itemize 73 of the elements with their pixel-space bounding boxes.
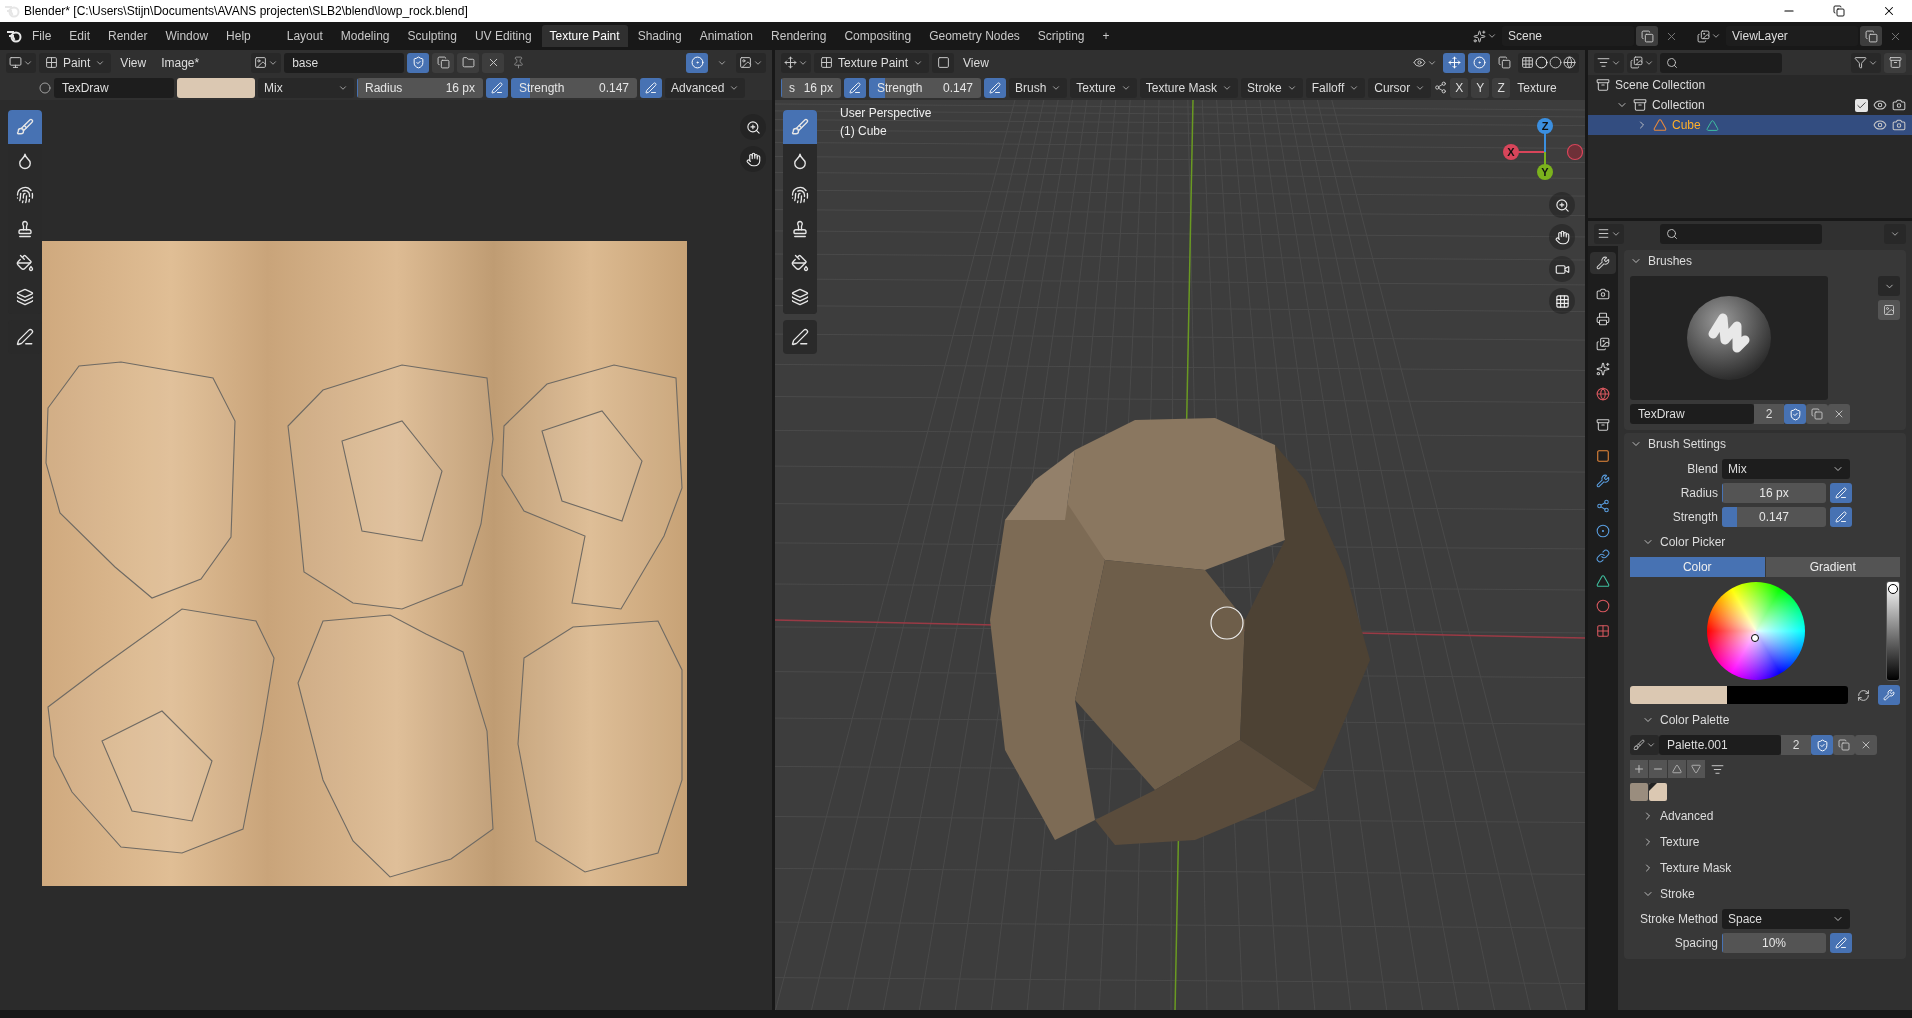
viewport-info-text: (1) Cube <box>840 124 888 138</box>
axis-toggle[interactable]: Z <box>1492 77 1511 98</box>
field-label: Radius <box>1679 486 1718 500</box>
texture-label[interactable]: Texture <box>1513 80 1561 95</box>
axis-label: Z <box>1541 120 1549 132</box>
field-label: Strength <box>1671 510 1718 524</box>
settings-dropdown[interactable]: Texture <box>1070 77 1137 98</box>
workspace-tab[interactable]: Sculpting <box>399 25 465 47</box>
mode-dropdown[interactable]: Texture Paint <box>814 52 930 73</box>
viewport-info-text: User Perspective <box>840 106 932 120</box>
panel-header[interactable]: Advanced <box>1624 805 1906 827</box>
slider[interactable]: 16 px <box>1722 483 1826 503</box>
menu-item[interactable]: Help <box>218 25 259 47</box>
view-layer-field[interactable]: ViewLayer <box>1726 26 1858 46</box>
panel-header[interactable]: Brushes <box>1624 250 1906 272</box>
workspace-tab[interactable]: Rendering <box>763 25 835 47</box>
user-count[interactable]: 2 <box>1781 735 1811 755</box>
settings-dropdown[interactable]: Texture Mask <box>1139 77 1239 98</box>
settings-dropdown[interactable]: Cursor <box>1368 77 1432 98</box>
outliner-row[interactable]: Cube <box>1588 115 1912 135</box>
brush-name-field[interactable]: TexDraw <box>54 77 174 98</box>
axis-toggle[interactable]: Y <box>1471 77 1490 98</box>
dropdown[interactable]: Space <box>1722 909 1850 929</box>
dropdown[interactable]: Mix <box>1722 459 1850 479</box>
panel-header[interactable]: Color Picker <box>1624 531 1906 553</box>
panel-header[interactable]: Texture <box>1624 831 1906 853</box>
picker-mode-tab[interactable]: Gradient <box>1765 557 1900 577</box>
slider[interactable]: 0.147 <box>1722 507 1826 527</box>
menu-item[interactable]: View <box>114 52 153 73</box>
outliner-row[interactable]: Scene Collection <box>1588 75 1912 95</box>
panel-header[interactable]: Color Palette <box>1624 709 1906 731</box>
workspace-tab[interactable]: Compositing <box>836 25 920 47</box>
workspace-tab[interactable]: Geometry Nodes <box>921 25 1028 47</box>
slider[interactable]: Radius 16 px <box>357 77 483 98</box>
workspace-tab[interactable]: Texture Paint <box>541 25 628 47</box>
workspace-tab[interactable]: UV Editing <box>466 25 540 47</box>
menu-item[interactable]: Render <box>100 25 156 47</box>
settings-dropdown[interactable]: Falloff <box>1305 77 1366 98</box>
panel-header[interactable]: Stroke <box>1624 883 1906 905</box>
panel-header[interactable]: Texture Mask <box>1624 857 1906 879</box>
workspace-tab[interactable]: Scripting <box>1029 25 1093 47</box>
blend-dropdown[interactable]: Mix <box>258 77 354 98</box>
palette-name-field[interactable]: Palette.001 <box>1659 735 1781 755</box>
workspace-tab[interactable]: Layout <box>278 25 331 47</box>
outliner-row[interactable]: Collection <box>1588 95 1912 115</box>
menu-item[interactable]: Image* <box>155 52 206 73</box>
add-workspace-button[interactable]: + <box>1094 25 1118 47</box>
axis-label: X <box>1507 146 1515 158</box>
user-count[interactable]: 2 <box>1754 404 1784 424</box>
advanced-dropdown[interactable]: Advanced <box>665 77 746 98</box>
workspace-tab[interactable]: Animation <box>691 25 762 47</box>
settings-dropdown[interactable]: Brush <box>1009 77 1068 98</box>
field-label: Stroke Method <box>1638 912 1718 926</box>
mode-dropdown[interactable]: Paint <box>39 52 112 73</box>
settings-dropdown[interactable]: Stroke <box>1241 77 1303 98</box>
picker-mode-tab[interactable]: Color <box>1630 557 1765 577</box>
menu-item[interactable]: Edit <box>61 25 99 47</box>
panel-header[interactable]: Brush Settings <box>1624 433 1906 455</box>
field-label: Blend <box>1686 462 1718 476</box>
axis-toggle[interactable]: X <box>1450 77 1469 98</box>
workspace-tab[interactable]: Shading <box>629 25 690 47</box>
slider[interactable]: 10% <box>1722 933 1826 953</box>
field-label: Spacing <box>1673 936 1718 950</box>
workspace-tab[interactable]: Modeling <box>332 25 398 47</box>
menu-item[interactable]: File <box>24 25 60 47</box>
axis-label: Y <box>1541 166 1549 178</box>
brush-name-field[interactable]: TexDraw <box>1630 404 1754 424</box>
slider[interactable]: s 16 px <box>781 77 841 98</box>
menu-item[interactable]: View <box>957 52 995 73</box>
window-title: Blender* [C:\Users\Stijn\Documents\AVANS projecten\SLB2\blend\lowp_rock.blend] <box>24 4 469 18</box>
menu-item[interactable]: Window <box>157 25 217 47</box>
image-name-field[interactable]: base <box>284 52 405 73</box>
scene-field[interactable]: Scene <box>1502 26 1634 46</box>
